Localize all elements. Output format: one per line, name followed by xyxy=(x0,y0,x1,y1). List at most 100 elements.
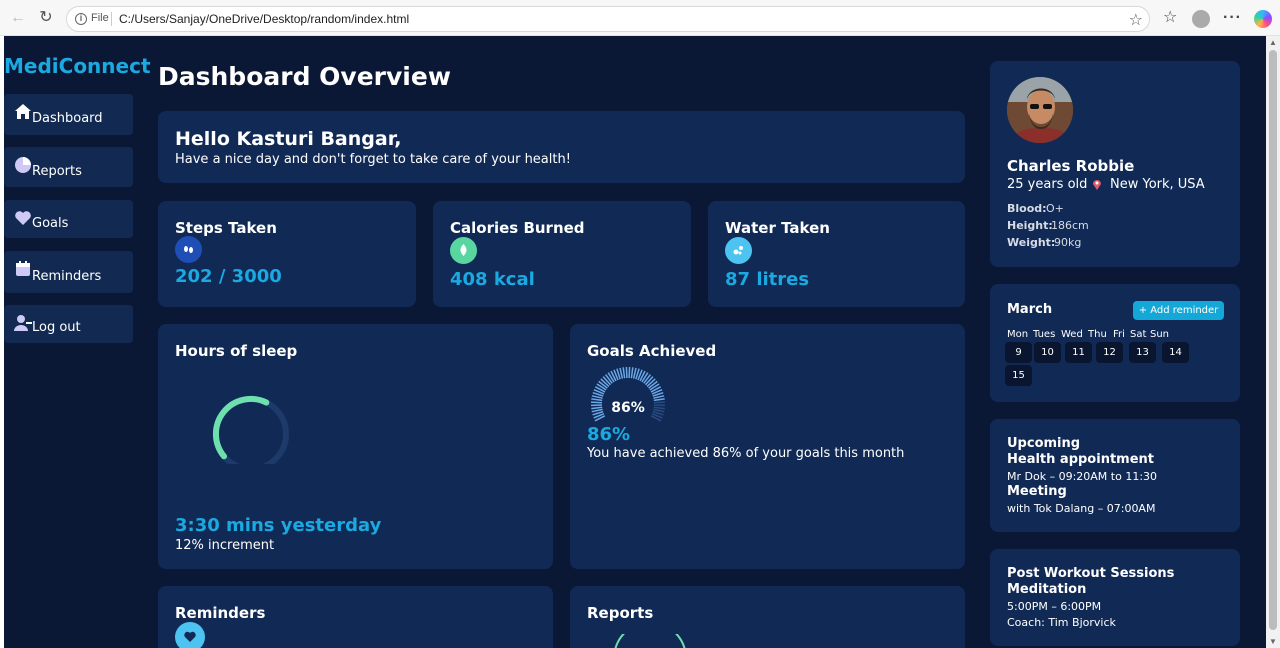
sidebar-item-label: Goals xyxy=(32,216,69,231)
calendar-month: March xyxy=(1007,302,1053,317)
date-pill[interactable]: 9 xyxy=(1005,342,1032,363)
gauge-tick xyxy=(591,398,603,402)
sleep-value: 3:30 mins yesterday xyxy=(175,515,382,536)
sidebar-item-label: Dashboard xyxy=(32,111,103,126)
session-coach: Coach: Tim Bjorvick xyxy=(1007,616,1116,629)
flame-icon xyxy=(450,237,477,264)
info-icon[interactable]: i xyxy=(75,13,87,25)
stat-value: 408 kcal xyxy=(450,269,535,290)
url-text[interactable]: C:/Users/Sanjay/OneDrive/Desktop/random/… xyxy=(119,12,409,26)
gauge-tick xyxy=(591,408,603,413)
sleep-title: Hours of sleep xyxy=(175,342,298,360)
stat-card-water: Water Taken 87 litres xyxy=(708,201,965,307)
avatar xyxy=(1007,77,1073,143)
goals-description: You have achieved 86% of your goals this… xyxy=(587,446,905,461)
gauge-tick xyxy=(625,366,628,379)
gauge-tick xyxy=(628,366,631,379)
day-name: Wed xyxy=(1061,329,1083,340)
head-heart-icon xyxy=(175,622,205,648)
greeting-card: Hello Kasturi Bangar, Have a nice day an… xyxy=(158,111,965,183)
heart-icon xyxy=(15,211,31,225)
more-menu-icon[interactable]: ··· xyxy=(1223,9,1242,27)
stat-card-steps: Steps Taken 202 / 3000 xyxy=(158,201,416,307)
file-label: File xyxy=(91,12,109,24)
copilot-icon[interactable] xyxy=(1254,10,1272,28)
sidebar-item-label: Log out xyxy=(32,320,81,335)
back-arrow-icon[interactable]: ← xyxy=(8,8,28,28)
sidebar-item-reports[interactable]: Reports xyxy=(4,147,133,187)
meeting-detail: with Tok Dalang – 07:00AM xyxy=(1007,502,1156,515)
reminders-card: Reminders xyxy=(158,586,553,648)
session-card: Post Workout Sessions Meditation 5:00PM … xyxy=(990,549,1240,646)
sidebar-item-label: Reminders xyxy=(32,269,102,284)
favorites-icon[interactable]: ☆ xyxy=(1163,9,1177,27)
brand-logo[interactable]: MediConnect xyxy=(4,54,151,78)
gauge-tick xyxy=(653,395,665,399)
weight-value: 90kg xyxy=(1054,236,1082,249)
scroll-down-arrow-icon[interactable]: ▼ xyxy=(1269,637,1277,646)
stat-title: Calories Burned xyxy=(450,219,585,237)
day-name: Mon xyxy=(1007,329,1029,340)
calendar-card: March + Add reminder Mon Tues Wed Thu Fr… xyxy=(990,284,1240,402)
upcoming-card: Upcoming Health appointment Mr Dok – 09:… xyxy=(990,419,1240,532)
profile-icon[interactable] xyxy=(1192,10,1210,28)
scroll-thumb[interactable] xyxy=(1269,50,1277,630)
dashboard-page: MediConnect Dashboard Reports Goals Remi… xyxy=(4,36,1266,648)
sleep-note: 12% increment xyxy=(175,538,275,553)
date-pill[interactable]: 11 xyxy=(1065,342,1092,363)
page-title: Dashboard Overview xyxy=(158,62,451,91)
footsteps-icon xyxy=(175,236,202,263)
date-pill[interactable]: 12 xyxy=(1096,342,1123,363)
date-pill[interactable]: 15 xyxy=(1005,365,1032,386)
goals-gauge: 86% xyxy=(590,366,666,422)
sidebar-item-reminders[interactable]: Reminders xyxy=(4,251,133,293)
reload-icon[interactable]: ↻ xyxy=(36,8,56,28)
stat-card-calories: Calories Burned 408 kcal xyxy=(433,201,691,307)
stat-value: 87 litres xyxy=(725,269,810,290)
day-name: Sat xyxy=(1130,329,1147,340)
pin-icon xyxy=(1093,180,1101,190)
separator xyxy=(111,12,112,26)
bookmark-star-icon[interactable]: ☆ xyxy=(1129,10,1143,30)
sleep-card: Hours of sleep 3:30 mins yesterday 12% i… xyxy=(158,324,553,569)
stat-title: Steps Taken xyxy=(175,219,277,237)
address-bar[interactable]: i File C:/Users/Sanjay/OneDrive/Desktop/… xyxy=(66,6,1150,32)
gauge-tick xyxy=(622,367,626,379)
meeting-title: Meeting xyxy=(1007,484,1067,499)
gauge-tick xyxy=(653,401,666,404)
stat-value: 202 / 3000 xyxy=(175,266,282,287)
gauge-tick xyxy=(590,401,603,404)
water-drops-icon xyxy=(725,237,752,264)
profile-location: New York, USA xyxy=(1110,177,1205,192)
gauge-tick xyxy=(653,406,665,410)
blood-label: Blood: xyxy=(1007,202,1047,215)
reports-card: Reports xyxy=(570,586,965,648)
goals-card: Goals Achieved 86% 86% You have achieved… xyxy=(570,324,965,569)
goals-title: Goals Achieved xyxy=(587,342,717,360)
stat-title: Water Taken xyxy=(725,219,830,237)
date-pill[interactable]: 14 xyxy=(1162,342,1189,363)
profile-card: Charles Robbie 25 years old New York, US… xyxy=(990,61,1240,267)
scroll-up-arrow-icon[interactable]: ▲ xyxy=(1269,38,1277,47)
sidebar-item-dashboard[interactable]: Dashboard xyxy=(4,94,133,135)
sidebar-item-goals[interactable]: Goals xyxy=(4,200,133,238)
sleep-progress-ring xyxy=(212,395,289,464)
date-pill[interactable]: 10 xyxy=(1034,342,1061,363)
scrollbar[interactable]: ▲ ▼ xyxy=(1266,36,1280,648)
home-icon xyxy=(15,104,31,119)
add-reminder-button[interactable]: + Add reminder xyxy=(1133,301,1224,320)
pie-chart-icon xyxy=(15,157,31,173)
gauge-tick xyxy=(591,395,603,399)
gauge-tick xyxy=(653,398,665,402)
greeting-title: Hello Kasturi Bangar, xyxy=(175,128,402,150)
goals-value: 86% xyxy=(587,424,631,445)
browser-toolbar: ← ↻ i File C:/Users/Sanjay/OneDrive/Desk… xyxy=(0,0,1280,36)
sidebar-item-label: Reports xyxy=(32,164,82,179)
sidebar-item-logout[interactable]: Log out xyxy=(4,305,133,343)
date-pill[interactable]: 13 xyxy=(1129,342,1156,363)
gauge-tick xyxy=(632,367,637,379)
session-title: Post Workout Sessions xyxy=(1007,566,1175,581)
appointment-detail: Mr Dok – 09:20AM to 11:30 xyxy=(1007,470,1158,483)
upcoming-title: Upcoming xyxy=(1007,436,1081,451)
day-name: Sun xyxy=(1150,329,1170,340)
